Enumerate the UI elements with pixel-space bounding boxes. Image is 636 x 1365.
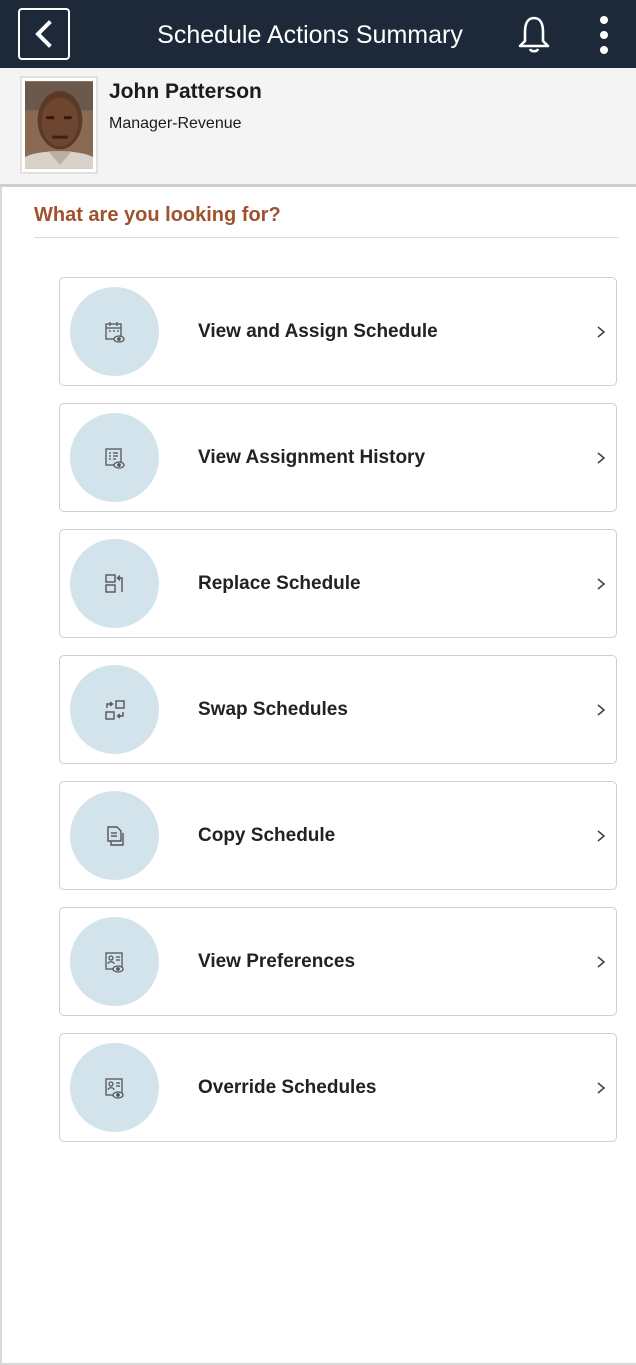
- action-card-view-assignment-history[interactable]: View Assignment History: [59, 403, 617, 512]
- icon-circle: [70, 791, 159, 880]
- chevron-right-icon: [597, 578, 606, 590]
- employee-profile: John Patterson Manager-Revenue: [0, 68, 636, 187]
- top-bar: Schedule Actions Summary: [0, 0, 636, 68]
- action-card-view-and-assign-schedule[interactable]: View and Assign Schedule: [59, 277, 617, 386]
- chevron-left-icon: [35, 20, 52, 48]
- icon-circle: [70, 413, 159, 502]
- back-button[interactable]: [18, 8, 70, 60]
- more-vertical-icon[interactable]: [592, 12, 616, 58]
- action-label: Copy Schedule: [198, 825, 336, 846]
- action-label: Replace Schedule: [198, 573, 361, 594]
- action-label: View and Assign Schedule: [198, 321, 438, 342]
- action-label: Override Schedules: [198, 1077, 377, 1098]
- avatar-photo: [25, 81, 93, 169]
- action-card-override-schedules[interactable]: Override Schedules: [59, 1033, 617, 1142]
- copy-icon: [106, 825, 124, 846]
- employee-name: John Patterson: [109, 80, 262, 103]
- list-view-icon: [104, 447, 125, 469]
- action-card-replace-schedule[interactable]: Replace Schedule: [59, 529, 617, 638]
- page-title: Schedule Actions Summary: [157, 21, 463, 49]
- chevron-right-icon: [597, 452, 606, 464]
- icon-circle: [70, 665, 159, 754]
- action-label: Swap Schedules: [198, 699, 348, 720]
- calendar-view-icon: [104, 321, 125, 343]
- icon-circle: [70, 1043, 159, 1132]
- swap-icon: [104, 699, 125, 720]
- icon-circle: [70, 917, 159, 1006]
- bell-icon[interactable]: [516, 14, 552, 54]
- action-card-view-preferences[interactable]: View Preferences: [59, 907, 617, 1016]
- action-list: View and Assign Schedule View Assignment…: [59, 277, 617, 1159]
- avatar: [20, 76, 98, 174]
- person-view-icon: [104, 951, 124, 973]
- chevron-right-icon: [597, 326, 606, 338]
- icon-circle: [70, 287, 159, 376]
- icon-circle: [70, 539, 159, 628]
- chevron-right-icon: [597, 1082, 606, 1094]
- action-label: View Preferences: [198, 951, 356, 972]
- chevron-right-icon: [597, 956, 606, 968]
- person-view-icon: [104, 1077, 124, 1099]
- replace-icon: [104, 573, 123, 593]
- action-label: View Assignment History: [198, 447, 426, 468]
- chevron-right-icon: [597, 704, 606, 716]
- action-card-swap-schedules[interactable]: Swap Schedules: [59, 655, 617, 764]
- action-card-copy-schedule[interactable]: Copy Schedule: [59, 781, 617, 890]
- employee-role: Manager-Revenue: [109, 115, 242, 132]
- section-heading: What are you looking for?: [34, 204, 619, 238]
- chevron-right-icon: [597, 830, 606, 842]
